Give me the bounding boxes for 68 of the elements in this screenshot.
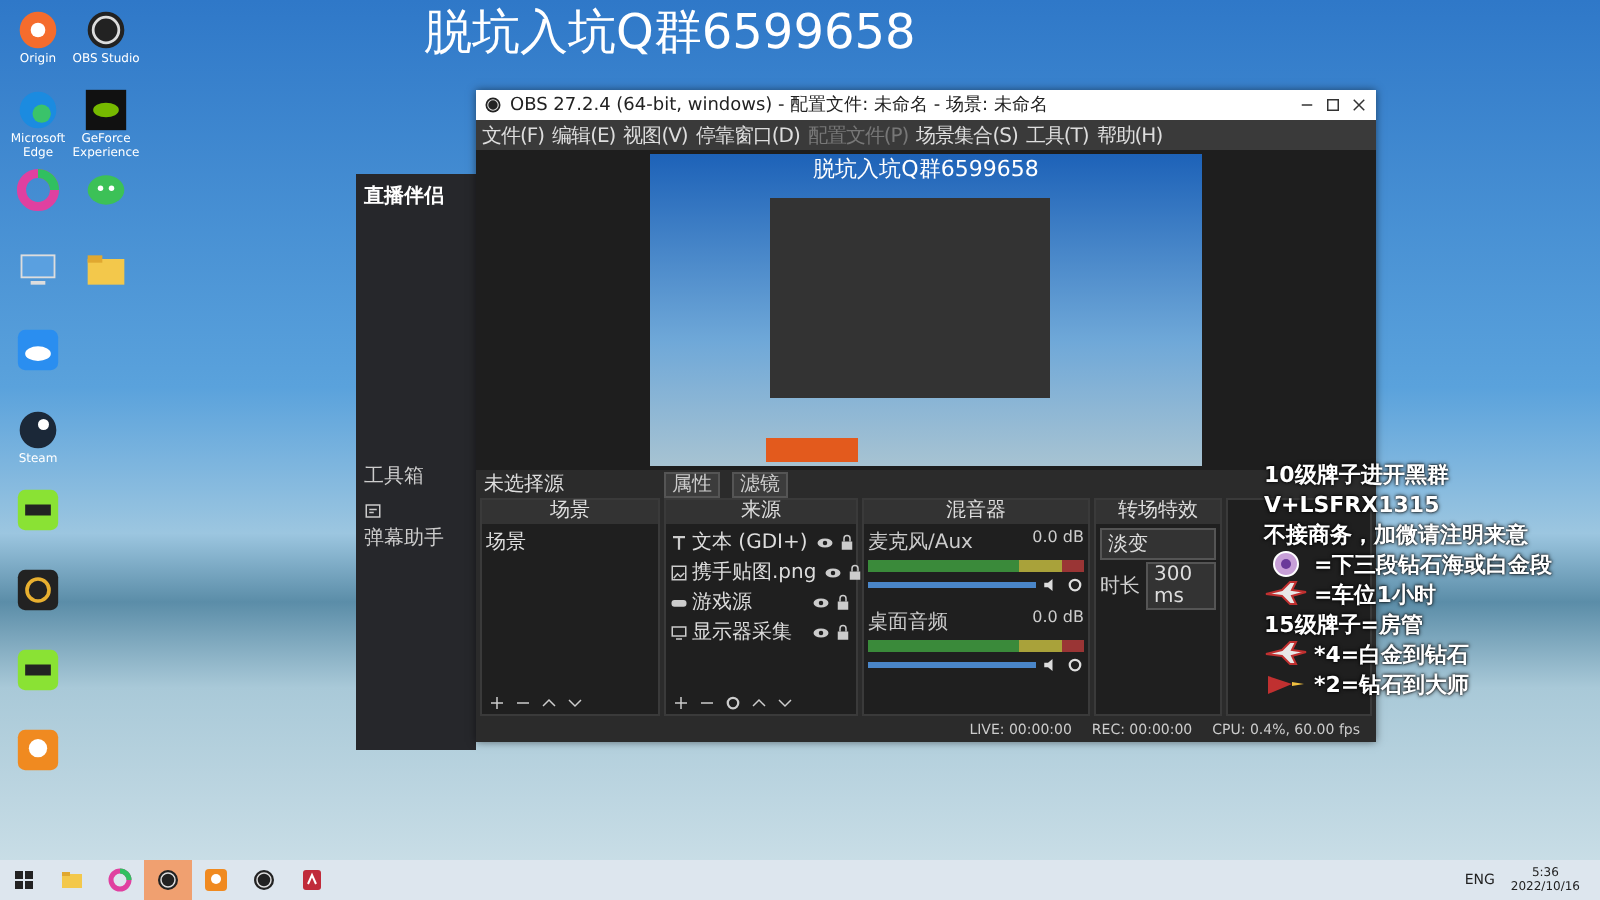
source-name[interactable]: 显示器采集 [692,618,792,646]
channel-name: 麦克风/Aux [868,529,973,556]
lock-icon[interactable] [837,533,856,551]
tool-button[interactable]: 弹幕助手 [364,502,468,552]
menu-item[interactable]: 停靠窗口(D) [695,121,800,149]
card-icon [364,502,382,520]
preview-overlay-text: 脱坑入坑Q群6599658 [813,154,1039,184]
ring-logo-icon[interactable] [16,8,60,52]
eye-logo-icon[interactable] [84,88,128,132]
channel-reading: 0.0 dB [1032,608,1084,630]
close-icon[interactable] [1350,96,1368,114]
eye-icon[interactable] [824,563,843,581]
jet-icon [1264,580,1308,608]
channel-reading: 0.0 dB [1032,528,1084,550]
dock-title: 混音器 [864,500,1088,524]
text-icon [670,533,688,551]
source-name[interactable]: 携手贴图.png [692,558,817,586]
volume-slider[interactable] [868,582,1036,588]
app-tile-icon[interactable] [204,868,228,892]
menu-item[interactable]: 编辑(E) [552,121,616,149]
overlay-text: 15级牌子=房管 [1264,609,1424,639]
settings-icon[interactable] [1066,656,1084,674]
source-status: 未选择源 [484,471,566,498]
window-title: OBS 27.2.4 (64-bit, windows) - 配置文件: 未命名 - 场景: 未命名 [510,93,1050,118]
chevron-up-icon[interactable] [540,693,558,711]
duration-label: 时长 [1100,573,1140,600]
duration-field[interactable]: 300 ms [1146,562,1216,610]
color-wheel-icon[interactable] [108,868,132,892]
lock-icon[interactable] [834,623,852,641]
menu-item[interactable]: 视图(V) [623,121,688,149]
color-wheel-icon[interactable] [16,168,60,212]
maximize-icon[interactable] [1324,96,1342,114]
plus-icon[interactable] [672,693,690,711]
monitor-icon [670,623,688,641]
chevron-up-icon[interactable] [750,693,768,711]
app-logo: 直播伴侣 [364,183,446,210]
transition-dropdown[interactable]: 淡变 [1100,528,1216,560]
settings-icon[interactable] [724,693,742,711]
plus-icon[interactable] [488,693,506,711]
toolbar-button[interactable]: 属性 [664,471,720,497]
menu-item[interactable]: 场景集合(S) [916,121,1018,149]
chevron-down-icon[interactable] [776,693,794,711]
eye-icon[interactable] [812,623,830,641]
menu-item[interactable]: 工具(T) [1025,121,1089,149]
volume-slider[interactable] [868,662,1036,668]
chevron-down-icon[interactable] [566,693,584,711]
source-name[interactable]: 游戏源 [692,588,752,616]
dock-title: 来源 [666,500,856,524]
image-icon [670,563,688,581]
banner-text: 脱坑入坑Q群6599658 [424,2,916,64]
menu-item[interactable]: 帮助(H) [1096,121,1163,149]
section-label: 工具箱 [364,464,426,490]
toolbar-button[interactable]: 滤镜 [732,471,788,497]
jet-icon [1264,640,1308,668]
source-name[interactable]: 文本 (GDI+) [692,528,808,556]
dock-title: 场景 [482,500,658,524]
menu-item[interactable]: 文件(F) [482,121,545,149]
lock-icon[interactable] [834,593,852,611]
settings-icon[interactable] [1066,576,1084,594]
lock-icon[interactable] [846,563,865,581]
channel-name: 桌面音频 [868,609,948,636]
eye-icon[interactable] [815,533,834,551]
scene-item[interactable]: 场景 [486,528,654,556]
overlay-text: =下三段钻石海或白金段 [1314,549,1553,579]
eye-icon[interactable] [812,593,830,611]
overlay-text: =车位1小时 [1314,579,1436,609]
windows-start-icon[interactable] [12,868,36,892]
dock-title: 转场特效 [1096,500,1220,524]
